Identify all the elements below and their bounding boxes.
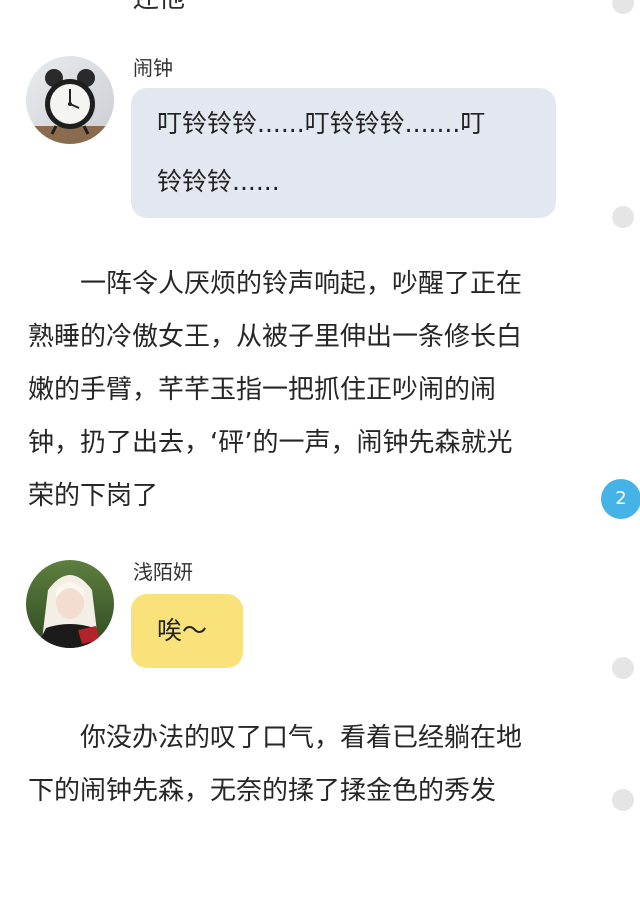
sender-name: 浅陌妍 (133, 560, 193, 584)
previous-text-fragment: 还他 (133, 0, 185, 15)
story-paragraph: 你没办法的叹了口气，看着已经躺在地 下的闹钟先森，无奈的揉了揉金色的秀发 (28, 712, 588, 818)
paragraph-line: 嫩的手臂，芊芊玉指一把抓住正吵闹的闹 (28, 375, 497, 405)
paragraph-line: 下的闹钟先森，无奈的揉了揉金色的秀发 (28, 776, 497, 806)
chat-bubble: 叮铃铃铃......叮铃铃铃.......叮 铃铃铃...... (131, 88, 556, 218)
story-paragraph: 一阵令人厌烦的铃声响起，吵醒了正在 熟睡的冷傲女王，从被子里伸出一条修长白 嫩的… (28, 258, 588, 523)
paragraph-line: 你没办法的叹了口气，看着已经躺在地 (28, 723, 523, 753)
paragraph-line: 一阵令人厌烦的铃声响起，吵醒了正在 (28, 269, 523, 299)
bubble-line: 叮铃铃铃......叮铃铃铃.......叮 (157, 109, 486, 138)
paragraph-line: 钟，扔了出去，‘砰’的一声，闹钟先森就光 (28, 428, 513, 458)
chat-bubble: 唉～ (131, 594, 243, 668)
girl-portrait (26, 560, 114, 648)
avatar-girl[interactable] (26, 560, 114, 648)
paragraph-line: 荣的下岗了 (28, 481, 159, 511)
paragraph-comment-dot[interactable] (612, 657, 634, 679)
bubble-line: 唉～ (157, 616, 208, 645)
paragraph-comment-dot[interactable] (612, 0, 634, 14)
paragraph-line: 熟睡的冷傲女王，从被子里伸出一条修长白 (28, 322, 523, 352)
alarm-clock-icon (26, 56, 114, 144)
paragraph-comment-dot[interactable] (612, 789, 634, 811)
avatar-alarm-clock[interactable] (26, 56, 114, 144)
bubble-line: 铃铃铃...... (157, 167, 280, 196)
comment-count-badge[interactable]: 2 (601, 479, 640, 519)
sender-name: 闹钟 (133, 56, 173, 80)
paragraph-comment-dot[interactable] (612, 206, 634, 228)
